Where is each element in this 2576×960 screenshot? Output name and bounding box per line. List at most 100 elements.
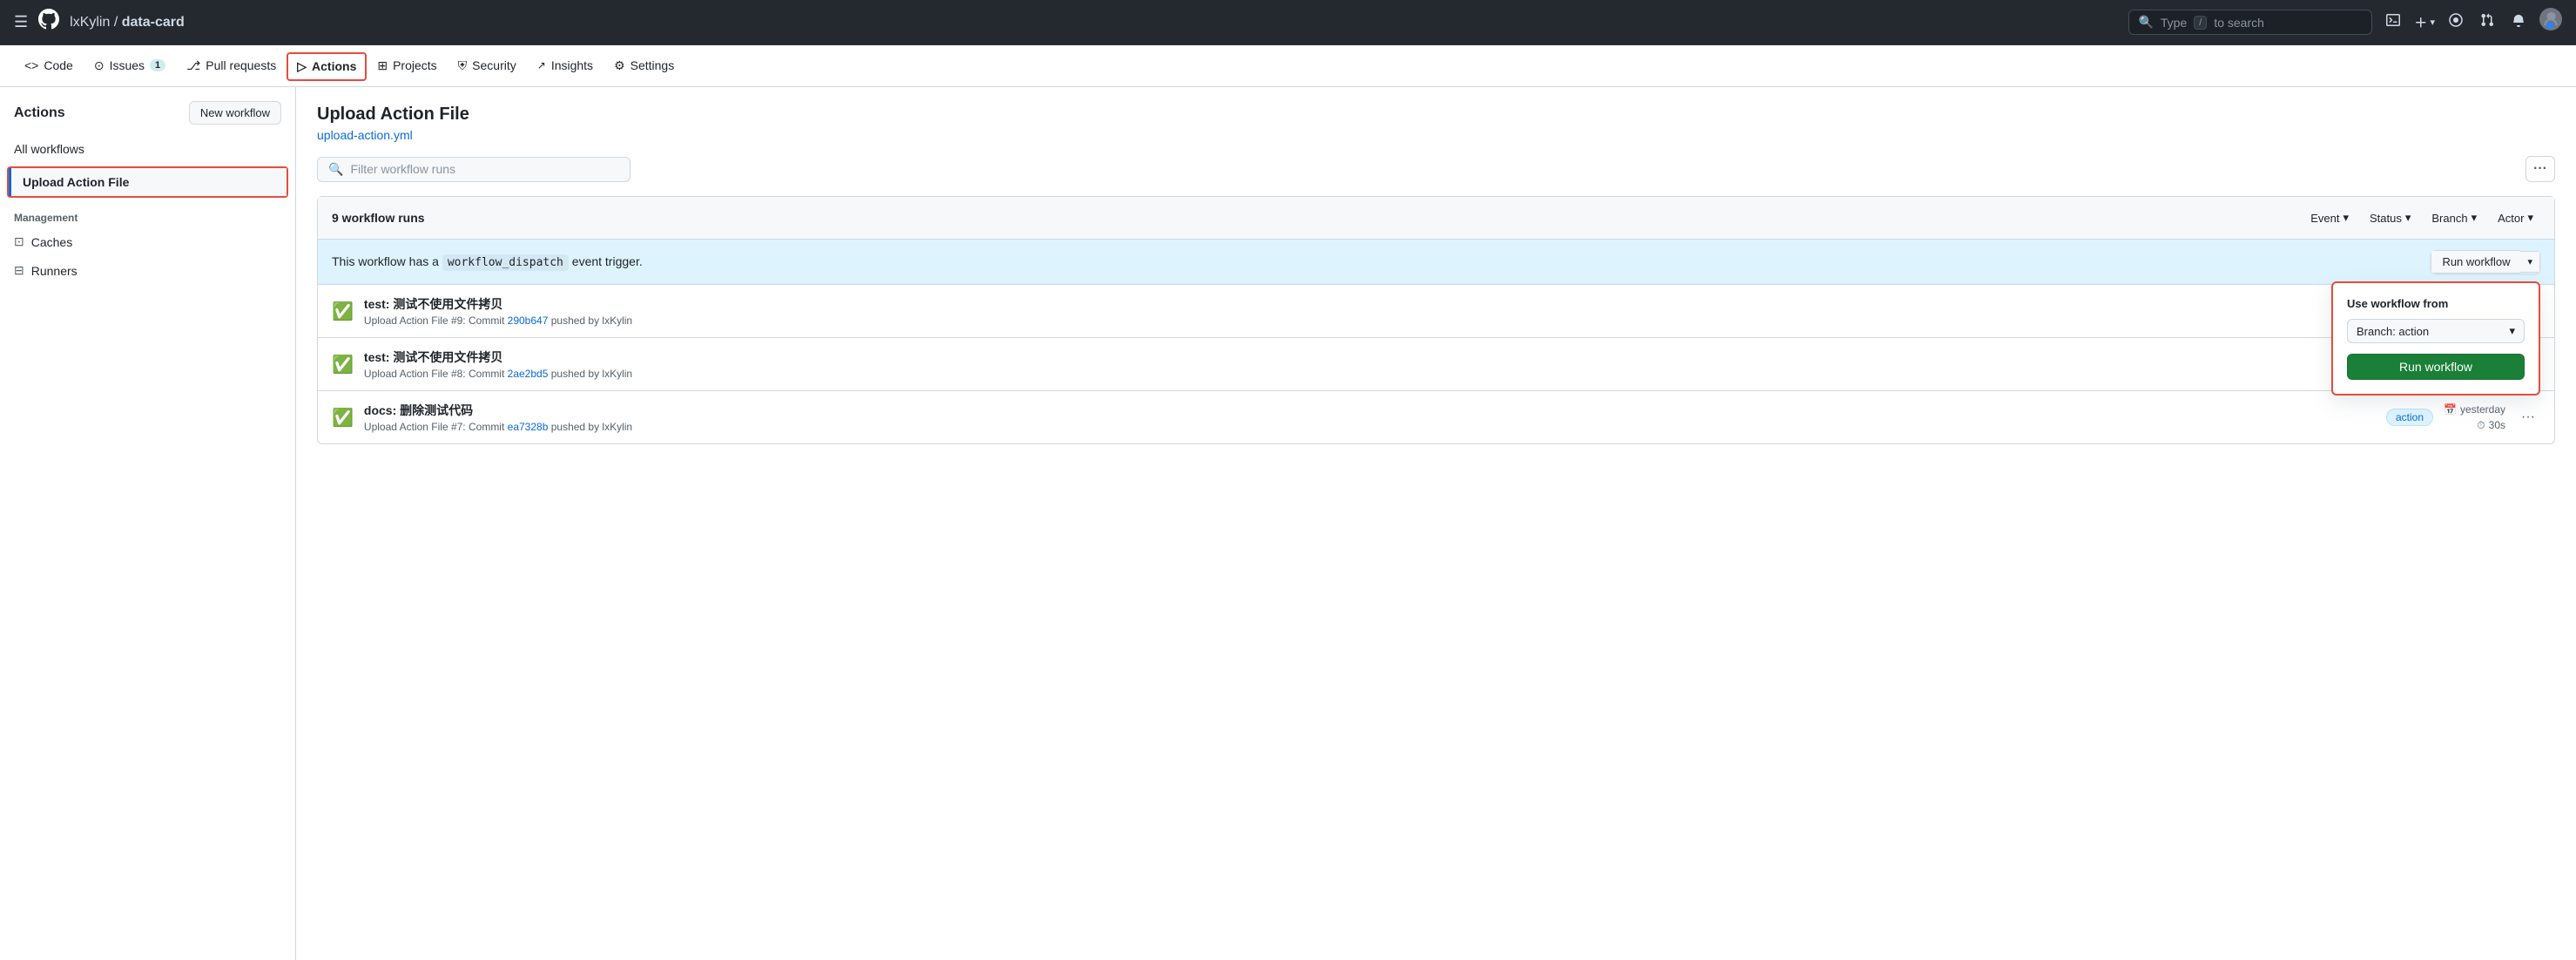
run-info: test: 测试不使用文件拷贝 Upload Action File #8: C… <box>364 348 2444 380</box>
tab-projects[interactable]: ⊞ Projects <box>367 48 447 85</box>
table-row: ✅ test: 测试不使用文件拷贝 Upload Action File #9:… <box>318 285 2554 338</box>
table-row: ✅ docs: 删除测试代码 Upload Action File #7: Co… <box>318 391 2554 443</box>
insights-icon: ↗ <box>537 59 546 71</box>
repo-breadcrumb: lxKylin / data-card <box>70 15 185 30</box>
filter-search-icon: 🔍 <box>328 162 343 177</box>
hamburger-icon[interactable]: ☰ <box>14 13 28 31</box>
sidebar-item-upload-action-file[interactable]: Upload Action File <box>9 168 287 196</box>
workflow-header: Upload Action File upload-action.yml <box>317 105 2555 142</box>
commit-link[interactable]: ea7328b <box>508 421 549 433</box>
commit-link[interactable]: 2ae2bd5 <box>508 368 549 380</box>
run-workflow-green-button[interactable]: Run workflow <box>2347 354 2525 380</box>
run-more-button[interactable]: ··· <box>2516 406 2540 429</box>
main-layout: Actions New workflow All workflows Uploa… <box>0 87 2576 960</box>
new-workflow-button[interactable]: New workflow <box>189 101 281 125</box>
actions-sidebar: Actions New workflow All workflows Uploa… <box>0 87 296 960</box>
tab-insights[interactable]: ↗ Insights <box>527 48 604 85</box>
issues-icon: ⊙ <box>94 58 105 73</box>
nav-icons-group: ▾ <box>2383 8 2562 37</box>
actor-caret-icon: ▾ <box>2527 211 2533 225</box>
upload-action-file-label: Upload Action File <box>23 175 129 189</box>
actor-filter-button[interactable]: Actor ▾ <box>2491 207 2540 228</box>
runners-label: Runners <box>31 264 78 278</box>
projects-icon: ⊞ <box>377 58 388 73</box>
tab-code[interactable]: <> Code <box>14 48 84 85</box>
github-logo[interactable] <box>38 9 59 36</box>
run-info: docs: 删除测试代码 Upload Action File #7: Comm… <box>364 402 2376 433</box>
run-name[interactable]: test: 测试不使用文件拷贝 <box>364 348 2444 366</box>
run-info: test: 测试不使用文件拷贝 Upload Action File #9: C… <box>364 295 2483 327</box>
run-meta: Upload Action File #9: Commit 290b647 pu… <box>364 314 2483 327</box>
event-filter-button[interactable]: Event ▾ <box>2303 207 2356 228</box>
workflow-controls: 🔍 ··· <box>317 156 2555 182</box>
status-caret-icon: ▾ <box>2405 211 2411 225</box>
tab-pull-requests[interactable]: ⎇ Pull requests <box>176 48 287 85</box>
sidebar-item-runners[interactable]: ⊟ Runners <box>0 256 295 285</box>
branch-select-caret: ▾ <box>2509 324 2515 338</box>
run-success-icon: ✅ <box>332 301 354 322</box>
commit-link[interactable]: 290b647 <box>508 314 549 327</box>
issues-badge: 1 <box>150 59 165 71</box>
top-navigation: ☰ lxKylin / data-card 🔍 Type / to search… <box>0 0 2576 45</box>
more-options-button[interactable]: ··· <box>2525 156 2555 182</box>
run-badge[interactable]: action <box>2386 409 2433 426</box>
tab-security[interactable]: ⛨ Security <box>448 48 527 85</box>
event-caret-icon: ▾ <box>2343 211 2349 225</box>
notification-dot <box>2546 22 2553 29</box>
popup-label: Use workflow from <box>2347 297 2525 310</box>
table-row: ✅ test: 测试不使用文件拷贝 Upload Action File #8:… <box>318 338 2554 391</box>
user-avatar-wrap[interactable] <box>2539 8 2562 37</box>
run-workflow-main-button[interactable]: Run workflow <box>2431 250 2520 274</box>
dispatch-notice-row: This workflow has a workflow_dispatch ev… <box>318 240 2554 285</box>
repo-owner-link[interactable]: lxKylin <box>70 15 110 30</box>
sidebar-item-caches[interactable]: ⊡ Caches <box>0 227 295 256</box>
dispatch-code: workflow_dispatch <box>442 254 569 271</box>
caches-label: Caches <box>31 235 72 249</box>
run-name[interactable]: docs: 删除测试代码 <box>364 402 2376 419</box>
copilot-button[interactable] <box>2445 10 2466 35</box>
run-workflow-wrap: Run workflow ▾ Use workflow from Branch:… <box>2431 250 2540 274</box>
run-success-icon: ✅ <box>332 354 354 375</box>
repo-name-link[interactable]: data-card <box>122 15 185 30</box>
create-new-button[interactable]: ▾ <box>2414 16 2435 30</box>
runs-filters: Event ▾ Status ▾ Branch ▾ Actor ▾ <box>2303 207 2540 228</box>
repo-navigation: <> Code ⊙ Issues 1 ⎇ Pull requests ▷ Act… <box>0 45 2576 87</box>
actions-icon: ▷ <box>297 59 307 74</box>
workflow-file-link[interactable]: upload-action.yml <box>317 128 413 142</box>
run-meta: Upload Action File #7: Commit ea7328b pu… <box>364 421 2376 433</box>
filter-search-box[interactable]: 🔍 <box>317 157 631 182</box>
management-section-label: Management <box>0 201 295 227</box>
tab-actions[interactable]: ▷ Actions <box>287 52 367 81</box>
runners-icon: ⊟ <box>14 263 24 278</box>
code-icon: <> <box>24 58 38 72</box>
notifications-button[interactable] <box>2508 10 2529 35</box>
run-date: 📅 yesterday <box>2444 403 2505 416</box>
settings-icon: ⚙ <box>614 58 625 73</box>
workflow-runs-table: 9 workflow runs Event ▾ Status ▾ Branch … <box>317 196 2555 444</box>
sidebar-item-all-workflows[interactable]: All workflows <box>0 135 295 163</box>
branch-select-button[interactable]: Branch: action ▾ <box>2347 319 2525 343</box>
terminal-button[interactable] <box>2383 10 2404 35</box>
tab-settings[interactable]: ⚙ Settings <box>604 48 684 85</box>
pull-requests-icon: ⎇ <box>186 58 200 73</box>
main-content: Upload Action File upload-action.yml 🔍 ·… <box>296 87 2576 960</box>
run-name[interactable]: test: 测试不使用文件拷贝 <box>364 295 2483 313</box>
security-icon: ⛨ <box>458 58 468 73</box>
run-meta: Upload Action File #8: Commit 2ae2bd5 pu… <box>364 368 2444 380</box>
search-label: Type <box>2161 16 2187 30</box>
global-search[interactable]: 🔍 Type / to search <box>2128 10 2372 35</box>
filter-workflow-input[interactable] <box>350 162 619 176</box>
runs-table-header: 9 workflow runs Event ▾ Status ▾ Branch … <box>318 197 2554 240</box>
status-filter-button[interactable]: Status ▾ <box>2363 207 2418 228</box>
run-workflow-button-group: Run workflow ▾ <box>2431 250 2540 274</box>
sidebar-header: Actions New workflow <box>0 101 295 135</box>
workflow-title: Upload Action File <box>317 105 2555 125</box>
pull-requests-nav-button[interactable] <box>2477 10 2498 35</box>
run-duration: ⏱ 30s <box>2477 419 2505 432</box>
search-icon: 🔍 <box>2138 15 2153 30</box>
branch-filter-button[interactable]: Branch ▾ <box>2424 207 2484 228</box>
run-workflow-caret-button[interactable]: ▾ <box>2520 251 2540 273</box>
dispatch-text: This workflow has a workflow_dispatch ev… <box>332 254 643 269</box>
calendar-icon: 📅 <box>2444 403 2457 416</box>
tab-issues[interactable]: ⊙ Issues 1 <box>84 48 176 85</box>
